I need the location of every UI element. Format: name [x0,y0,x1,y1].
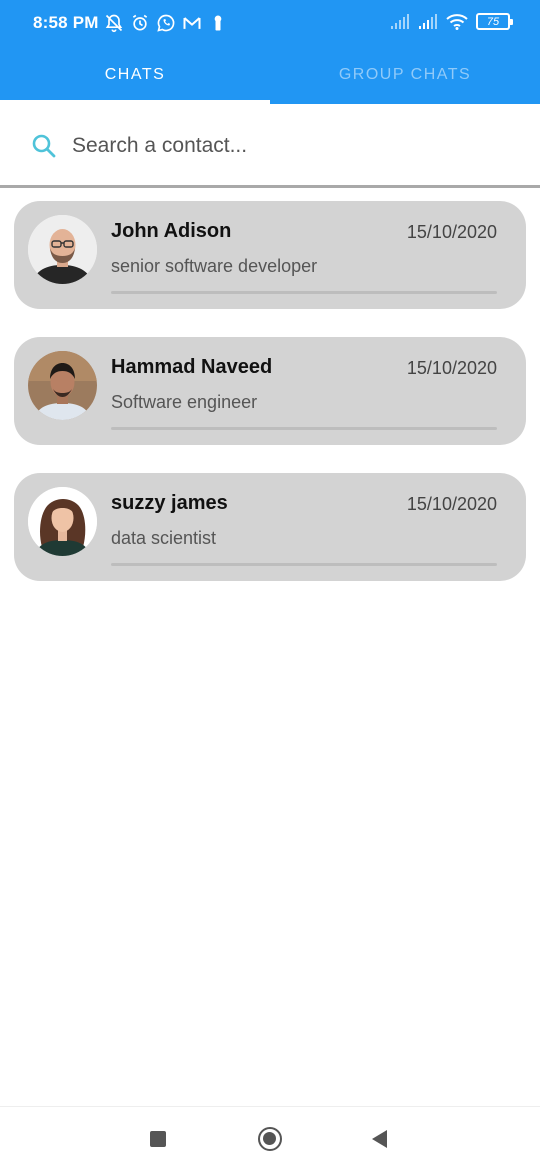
avatar [28,351,97,420]
contact-name: suzzy james [111,492,228,514]
tab-chats-label: CHATS [104,66,166,83]
tab-group-chats-label: GROUP CHATS [338,66,472,83]
status-bar: 8:58 PM 75 [0,0,540,46]
signal-icon [418,13,438,30]
divider [111,291,497,294]
app-root: 8:58 PM 75 CHATS GROUP CHATS Search a co… [0,0,540,1170]
contact-name: John Adison [111,220,232,242]
notification-icons [104,13,228,33]
whatsapp-icon [156,13,176,33]
chat-item[interactable]: suzzy james 15/10/2020 data scientist [14,473,526,581]
tab-group-chats[interactable]: GROUP CHATS [270,46,540,104]
status-time: 8:58 PM [33,13,99,32]
battery-icon: 75 [476,13,513,30]
contact-subtitle: senior software developer [111,256,318,276]
app-header: 8:58 PM 75 CHATS GROUP CHATS [0,0,540,104]
chat-date: 15/10/2020 [406,494,497,514]
contact-subtitle: data scientist [111,528,217,548]
search-bar [0,104,540,188]
alarm-icon [130,13,150,33]
home-icon[interactable] [258,1127,282,1151]
avatar [28,215,97,284]
search-icon [32,134,56,158]
wifi-icon [446,13,468,30]
divider [111,427,497,430]
chat-item[interactable]: Hammad Naveed 15/10/2020 Software engine… [14,337,526,445]
contact-subtitle: Software engineer [111,392,258,412]
keyhole-icon [208,13,228,33]
tab-bar: CHATS GROUP CHATS [0,46,540,104]
signal-icon [390,13,410,30]
chat-date: 15/10/2020 [406,222,497,242]
divider [111,563,497,566]
search-input[interactable] [72,126,512,166]
chat-list: John Adison 15/10/2020 senior software d… [14,201,526,609]
chat-item[interactable]: John Adison 15/10/2020 senior software d… [14,201,526,309]
system-nav-bar [0,1106,540,1170]
gmail-icon [182,13,202,33]
recents-icon[interactable] [150,1131,166,1147]
contact-name: Hammad Naveed [111,356,273,378]
tab-chats[interactable]: CHATS [0,46,270,104]
mute-bell-icon [104,13,124,33]
back-icon[interactable] [372,1130,387,1148]
system-icons: 75 [390,13,513,30]
avatar [28,487,97,556]
chat-date: 15/10/2020 [406,358,497,378]
